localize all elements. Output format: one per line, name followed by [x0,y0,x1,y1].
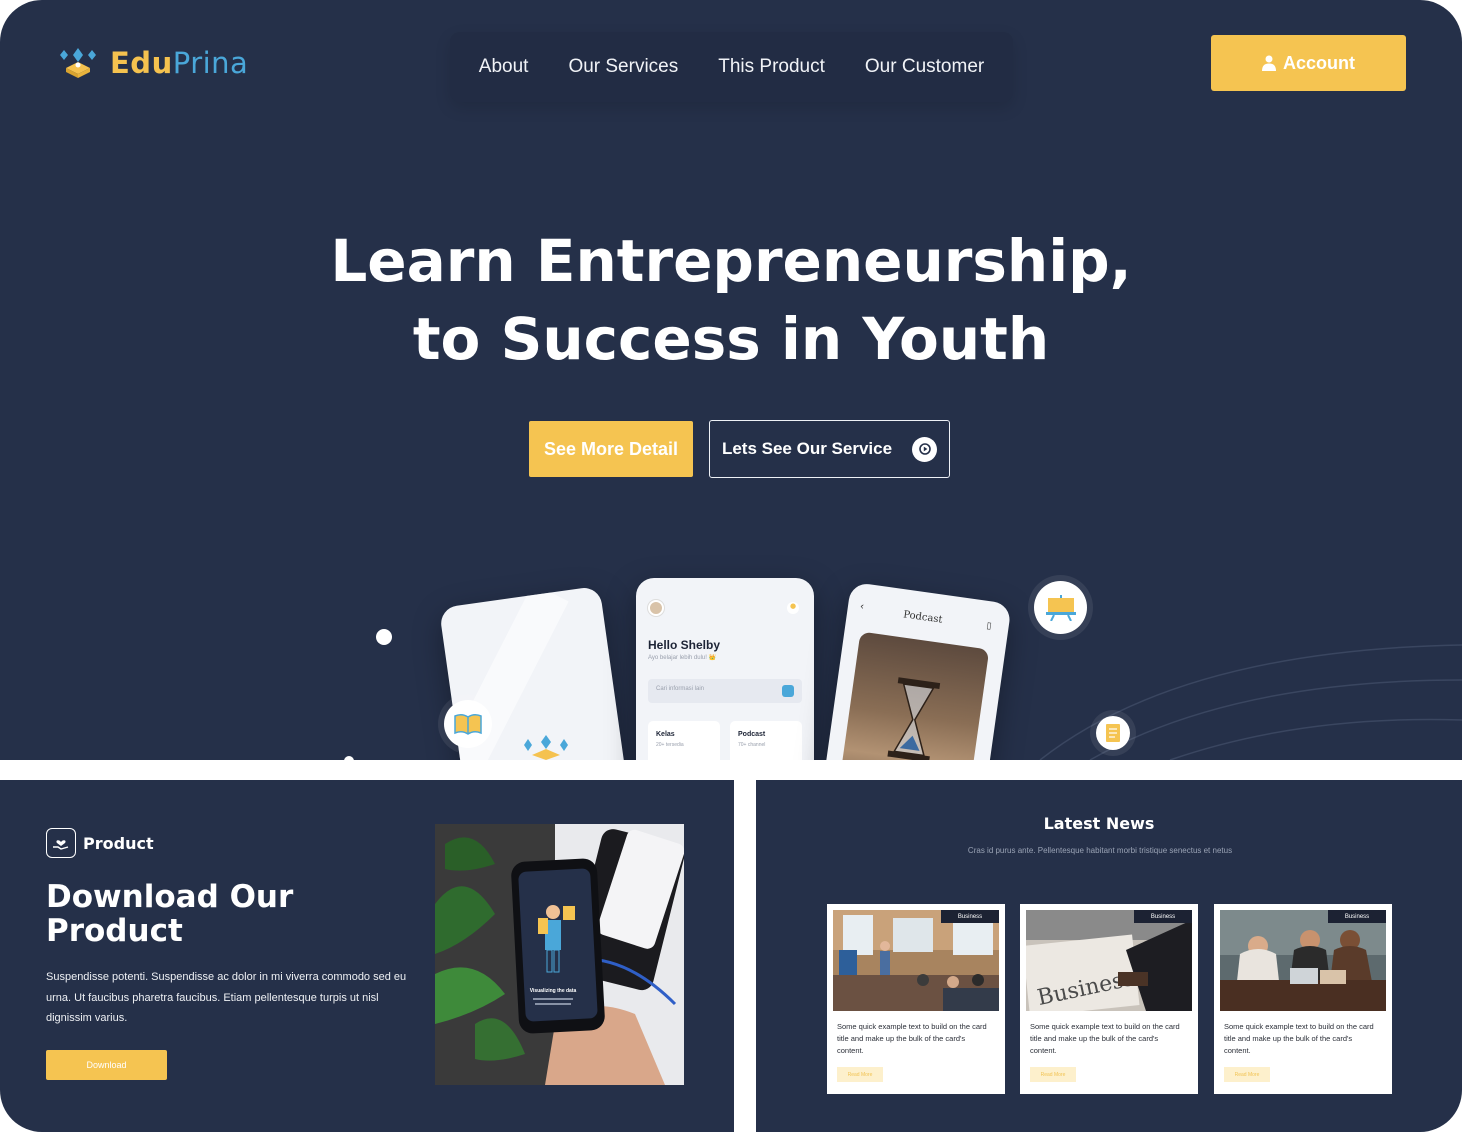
news-card-image: Business [833,910,999,1011]
news-card-text: Some quick example text to build on the … [837,1022,987,1055]
product-title: Download Our Product [46,879,294,949]
news-card[interactable]: Business Business Some quick example tex… [1020,904,1198,1094]
phone-caption: Visualizing the data [530,988,577,994]
tile-podcast-title: Podcast [738,731,766,738]
decorative-dot-small [344,756,354,760]
podcast-cover-image [836,631,990,760]
search-field: Cari informasi lain [648,679,802,703]
orbit-lines [1039,644,1462,760]
read-more-button[interactable]: Read More [1030,1067,1076,1082]
gems-decoration-icon [524,735,568,760]
news-title: Latest News [1043,814,1155,833]
hero-title-line-2: to Success in Youth [412,305,1050,373]
tile-podcast-sub: 70+ channel [738,742,766,748]
nav-item-our-services[interactable]: Our Services [568,56,678,78]
nav-item-about[interactable]: About [479,56,529,78]
news-card[interactable]: Business Some quick example text to buil… [1214,904,1392,1094]
news-card-text: Some quick example text to build on the … [1224,1022,1374,1055]
main-nav: About Our Services This Product Our Cust… [450,32,1013,102]
bookmark-icon: ▯ [985,621,993,632]
download-button[interactable]: Download [46,1050,167,1080]
tile-podcast: Podcast 70+ channel [730,721,802,760]
news-card-badge: Business [1328,910,1386,923]
product-description: Suspendisse potenti. Suspendisse ac dolo… [46,971,407,1024]
news-card-badge: Business [941,910,999,923]
see-more-detail-button[interactable]: See More Detail [529,421,693,477]
product-photo: Visualizing the data [435,824,684,1085]
tile-kelas-title: Kelas [656,731,675,738]
filter-icon [782,685,794,697]
nav-item-this-product[interactable]: This Product [718,56,825,78]
hero-title-line-1: Learn Entrepreneurship, [330,227,1132,295]
phone-mockup-home: ● Hello Shelby Ayo belajar lebih dulu! 👑… [636,578,814,760]
document-icon [1096,716,1130,750]
news-subtitle: Cras id purus ante. Pellentesque habitan… [967,846,1233,855]
decorative-dot [376,629,392,645]
product-tag: Product [46,828,154,858]
bell-icon: ● [787,602,799,614]
logo-icon [56,44,100,82]
book-icon [444,700,492,748]
play-icon [912,436,938,462]
news-card-text: Some quick example text to build on the … [1030,1022,1180,1055]
greeting-subtext: Ayo belajar lebih dulu! 👑 [648,655,717,661]
brand-name: EduPrina [110,46,249,80]
phone-mockup-podcast: ‹ Podcast ▯ [822,581,1012,760]
brand-logo[interactable]: EduPrina [56,44,248,82]
presentation-board-icon [1034,581,1087,634]
news-card-image: Business Business [1026,910,1192,1011]
tile-kelas-sub: 20+ tersedia [656,742,684,748]
news-card-image: Business [1220,910,1386,1011]
greeting-text: Hello Shelby [648,638,721,652]
tile-kelas: Kelas 20+ tersedia [648,721,720,760]
hero-title: Learn Entrepreneurship, to Success in Yo… [0,222,1462,378]
account-button-label: Account [1283,52,1355,73]
avatar [648,600,664,616]
hand-heart-icon [46,828,76,858]
nav-item-our-customer[interactable]: Our Customer [865,56,984,78]
hero-section: EduPrina About Our Services This Product… [0,0,1462,760]
see-our-service-label: Lets See Our Service [721,439,893,458]
see-our-service-button[interactable]: Lets See Our Service [709,420,950,478]
read-more-button[interactable]: Read More [837,1067,883,1082]
read-more-button[interactable]: Read More [1224,1067,1270,1082]
news-card[interactable]: Business Some quick example text to buil… [827,904,1005,1094]
user-icon [1262,55,1276,71]
news-card-badge: Business [1134,910,1192,923]
account-button[interactable]: Account [1211,35,1406,91]
back-icon: ‹ [859,601,865,613]
product-tag-label: Product [83,833,154,853]
podcast-title: Podcast [902,609,944,626]
search-placeholder: Cari informasi lain [656,686,705,692]
